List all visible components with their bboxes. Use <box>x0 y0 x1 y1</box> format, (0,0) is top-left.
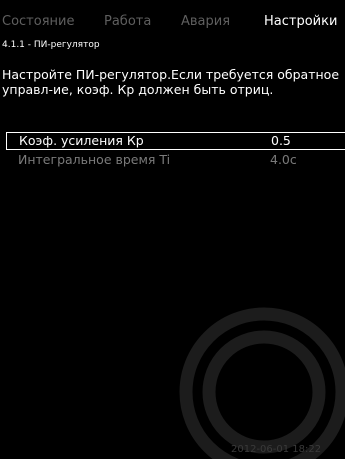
grundfos-ring-watermark <box>179 307 345 459</box>
timestamp: 2012-06-01 18:22 <box>231 444 322 455</box>
